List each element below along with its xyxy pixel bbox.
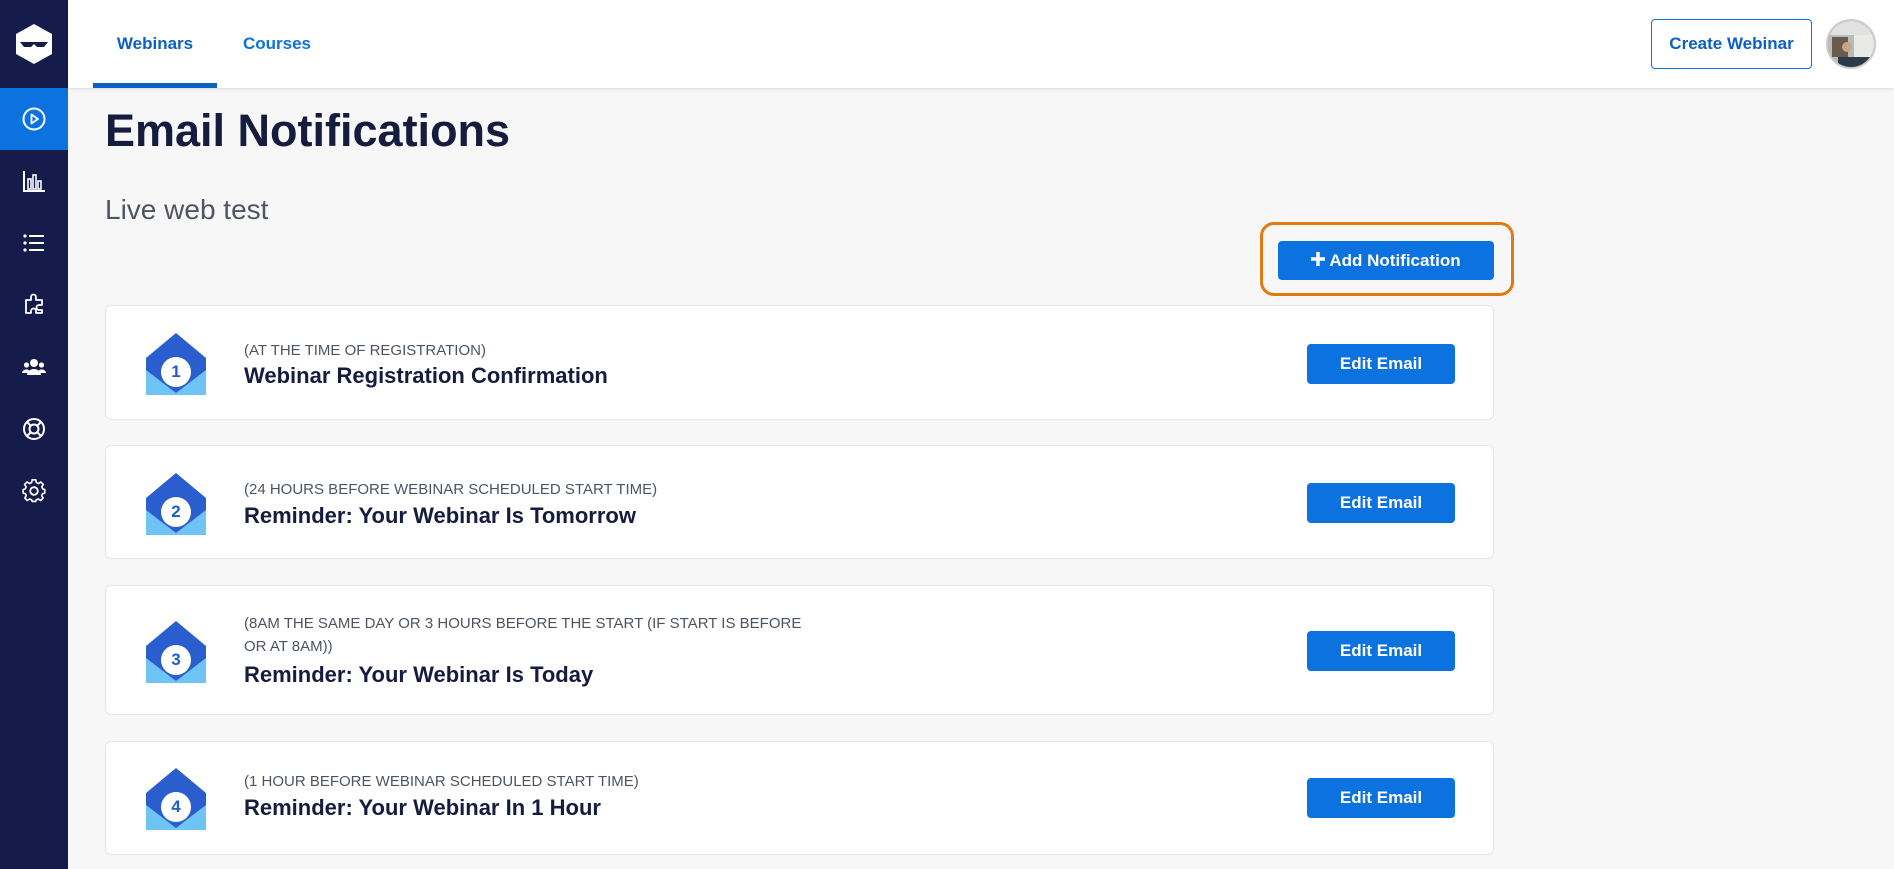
users-icon [22,359,46,375]
lifebuoy-icon [23,418,45,440]
sidebar-item-analytics[interactable] [0,150,68,212]
sidebar [0,0,68,869]
logo-icon [16,24,52,64]
edit-email-button[interactable]: Edit Email [1307,483,1455,523]
edit-email-button[interactable]: Edit Email [1307,344,1455,384]
notification-card: 1 (AT THE TIME OF REGISTRATION) Webinar … [105,305,1494,420]
notification-title: Reminder: Your Webinar In 1 Hour [244,795,601,820]
edit-email-button[interactable]: Edit Email [1307,631,1455,671]
list-icon [23,234,44,252]
page-title: Email Notifications [105,105,511,156]
notification-timing: (AT THE TIME OF REGISTRATION) [244,342,486,359]
envelope-icon: 3 [146,619,206,683]
gear-icon [22,478,46,503]
sidebar-item-list[interactable] [0,212,68,274]
notification-timing: (8AM THE SAME DAY OR 3 HOURS BEFORE THE … [244,615,802,655]
notification-number: 3 [161,645,191,675]
sidebar-item-webinars[interactable] [0,88,68,150]
notification-title: Webinar Registration Confirmation [244,363,608,388]
add-notification-button[interactable]: Add Notification [1278,241,1494,280]
add-notification-label: Add Notification [1329,250,1461,270]
notification-number: 4 [161,792,191,822]
top-bar: Webinars Courses Create Webinar [68,0,1894,88]
bar-chart-icon [23,171,45,192]
envelope-icon: 4 [146,766,206,830]
envelope-icon: 2 [146,471,206,535]
notification-title: Reminder: Your Webinar Is Tomorrow [244,503,636,528]
webinar-name: Live web test [105,194,269,225]
create-webinar-button[interactable]: Create Webinar [1651,19,1812,69]
envelope-icon: 1 [146,331,206,395]
notification-card: 3 (8AM THE SAME DAY OR 3 HOURS BEFORE TH… [105,585,1494,715]
notification-timing: (1 HOUR BEFORE WEBINAR SCHEDULED START T… [244,773,639,790]
logo[interactable] [0,0,68,88]
notification-number: 1 [161,357,191,387]
sidebar-item-settings[interactable] [0,460,68,522]
notification-number: 2 [161,497,191,527]
notification-card: 4 (1 HOUR BEFORE WEBINAR SCHEDULED START… [105,741,1494,855]
notification-title: Reminder: Your Webinar Is Today [244,662,594,687]
plus-icon [1311,251,1326,271]
puzzle-icon [25,293,43,314]
notification-card: 2 (24 HOURS BEFORE WEBINAR SCHEDULED STA… [105,445,1494,559]
sidebar-item-support[interactable] [0,398,68,460]
play-circle-icon [22,107,46,131]
avatar[interactable] [1826,19,1876,69]
edit-email-button[interactable]: Edit Email [1307,778,1455,818]
tab-courses[interactable]: Courses [228,0,326,88]
sidebar-item-contacts[interactable] [0,336,68,398]
tab-webinars[interactable]: Webinars [93,0,217,88]
sidebar-item-integrations[interactable] [0,274,68,336]
notification-timing: (24 HOURS BEFORE WEBINAR SCHEDULED START… [244,481,658,498]
avatar-photo [1828,21,1874,67]
